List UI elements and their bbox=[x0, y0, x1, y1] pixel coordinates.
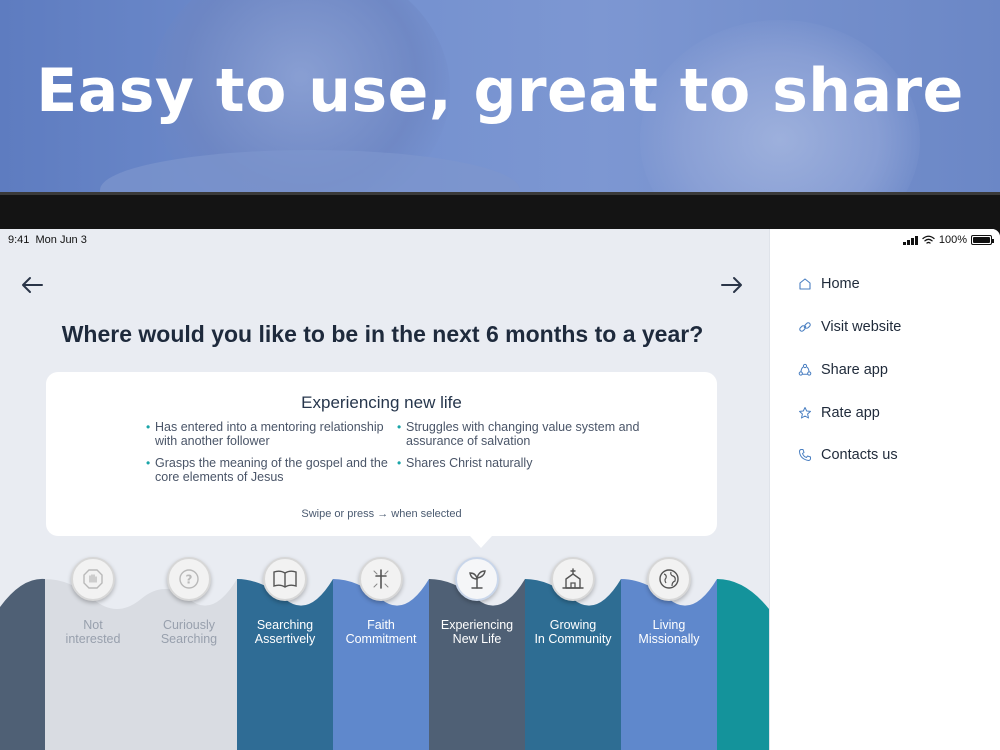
card-bullet: Shares Christ naturally bbox=[397, 456, 647, 470]
stage-living-missionally[interactable]: Living Missionally bbox=[621, 557, 717, 646]
status-date-value: Mon Jun 3 bbox=[35, 234, 87, 246]
menu-item-contact-us[interactable]: Contacts us bbox=[798, 447, 898, 463]
stage-curiously-searching[interactable]: ? Curiously Searching bbox=[141, 557, 237, 646]
church-icon bbox=[551, 557, 595, 601]
status-indicators: 100% bbox=[902, 234, 994, 246]
stage-experiencing-new-life[interactable]: Experiencing New Life bbox=[429, 557, 525, 646]
stage-label: Searching Assertively bbox=[254, 618, 316, 646]
menu-item-rate-app[interactable]: Rate app bbox=[798, 405, 880, 421]
hand-stop-icon bbox=[71, 557, 115, 601]
stage-label: Living Missionally bbox=[638, 618, 700, 646]
stage-label: Growing In Community bbox=[534, 618, 612, 646]
stage-label: Curiously Searching bbox=[160, 618, 218, 646]
battery-icon bbox=[971, 235, 994, 245]
card-bullet: Grasps the meaning of the gospel and the… bbox=[146, 456, 396, 484]
status-time-value: 9:41 bbox=[8, 234, 30, 246]
card-bullet: Has entered into a mentoring relationshi… bbox=[146, 420, 396, 448]
cross-icon bbox=[359, 557, 403, 601]
stage-label: Not interested bbox=[65, 618, 121, 646]
stage-label: Experiencing New Life bbox=[440, 618, 514, 646]
phone-icon bbox=[799, 449, 811, 461]
back-arrow-icon[interactable] bbox=[20, 275, 44, 295]
forward-arrow-icon[interactable] bbox=[720, 275, 744, 295]
svg-text:?: ? bbox=[186, 573, 193, 587]
sprout-icon bbox=[455, 557, 499, 601]
device-screen: Where would you like to be in the next 6… bbox=[0, 229, 1000, 750]
stage-not-interested[interactable]: Not interested bbox=[45, 557, 141, 646]
globe-icon bbox=[647, 557, 691, 601]
link-icon bbox=[799, 322, 811, 332]
stage-faith-commitment[interactable]: Faith Commitment bbox=[333, 557, 429, 646]
stage-growing-in-community[interactable]: Growing In Community bbox=[525, 557, 621, 646]
book-icon bbox=[263, 557, 307, 601]
wifi-icon bbox=[922, 235, 935, 244]
menu-item-label: Contacts us bbox=[821, 447, 898, 463]
page-question: Where would you like to be in the next 6… bbox=[61, 321, 704, 347]
cellular-signal-icon bbox=[902, 235, 918, 245]
battery-percent: 100% bbox=[938, 234, 967, 246]
menu-item-share-app[interactable]: Share app bbox=[798, 362, 888, 378]
menu-item-label: Home bbox=[821, 276, 860, 292]
home-icon bbox=[799, 278, 811, 290]
status-time: 9:41 Mon Jun 3 bbox=[8, 234, 87, 246]
menu-item-home[interactable]: Home bbox=[798, 276, 860, 292]
menu-item-visit-website[interactable]: Visit website bbox=[798, 319, 901, 335]
status-bar: 9:41 Mon Jun 3 100% bbox=[0, 229, 1000, 251]
stage-searching-assertively[interactable]: Searching Assertively bbox=[237, 557, 333, 646]
swipe-hint: Swipe or press → when selected bbox=[301, 508, 462, 520]
question-icon: ? bbox=[167, 557, 211, 601]
card-title: Experiencing new life bbox=[301, 393, 462, 412]
stage-label: Faith Commitment bbox=[345, 618, 417, 646]
menu-item-label: Rate app bbox=[821, 405, 880, 421]
stage-selector: Not interested ? Curiously Searching Sea… bbox=[0, 549, 769, 750]
star-icon bbox=[799, 407, 811, 419]
hero-title: Easy to use, great to share bbox=[36, 56, 964, 126]
card-bullet: Struggles with changing value system and… bbox=[397, 420, 647, 448]
main-pane: Where would you like to be in the next 6… bbox=[0, 229, 769, 750]
share-icon bbox=[798, 363, 812, 376]
menu-item-label: Share app bbox=[821, 362, 888, 378]
hero-banner: Easy to use, great to share bbox=[0, 0, 1000, 200]
menu-item-label: Visit website bbox=[821, 319, 902, 335]
stage-description-card: Experiencing new life Has entered into a… bbox=[46, 372, 717, 548]
side-menu: Home Visit website Share app Rate app Co… bbox=[769, 229, 1000, 750]
